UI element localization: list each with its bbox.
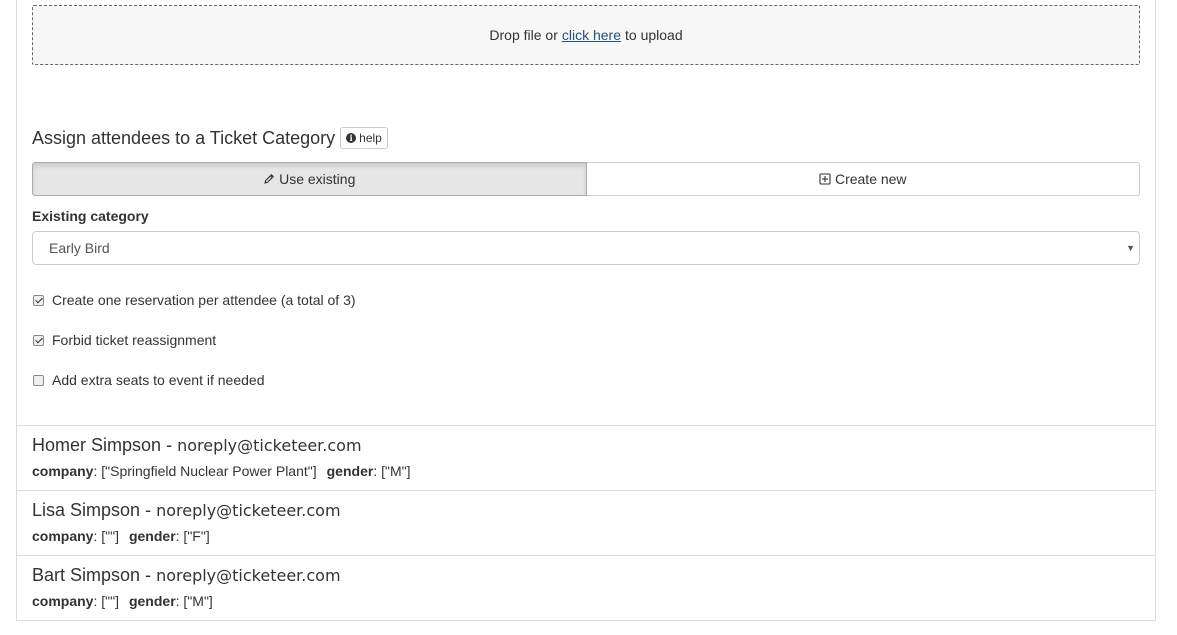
attendee-email: noreply@ticketeer.com bbox=[156, 501, 341, 520]
attendee-separator: - bbox=[166, 435, 173, 455]
assign-title-text: Assign attendees to a Ticket Category bbox=[32, 127, 336, 148]
attendee-name-line: Lisa Simpson - noreply@ticketeer.com bbox=[32, 500, 341, 521]
field-value-company: : ["Springfield Nuclear Power Plant"] bbox=[93, 463, 317, 479]
attendee-email: noreply@ticketeer.com bbox=[156, 566, 341, 585]
field-value-gender: : ["F"] bbox=[175, 528, 210, 544]
use-existing-label: Use existing bbox=[279, 171, 356, 187]
category-mode-toggle: Use existing Create new bbox=[32, 162, 1140, 196]
checkbox-one-reservation[interactable] bbox=[33, 294, 44, 306]
attendee-row: Bart Simpson - noreply@ticketeer.com com… bbox=[16, 555, 1156, 621]
field-key-company: company bbox=[32, 528, 94, 544]
attendee-email: noreply@ticketeer.com bbox=[177, 436, 362, 455]
dropzone-prefix: Drop file or bbox=[489, 27, 558, 43]
option-one-reservation-per-attendee[interactable]: Create one reservation per attendee (a t… bbox=[32, 292, 356, 308]
attendee-separator: - bbox=[145, 565, 152, 585]
attendee-name: Homer Simpson bbox=[32, 435, 162, 455]
attendee-name: Bart Simpson bbox=[32, 565, 141, 585]
info-circle-icon: i bbox=[346, 133, 357, 143]
checkbox-forbid-reassignment[interactable] bbox=[33, 334, 44, 346]
field-key-company: company bbox=[32, 463, 94, 479]
option-label: Add extra seats to event if needed bbox=[52, 372, 265, 388]
use-existing-button[interactable]: Use existing bbox=[32, 162, 587, 196]
option-label: Forbid ticket reassignment bbox=[52, 332, 217, 348]
help-button-label: help bbox=[359, 131, 382, 145]
option-forbid-reassignment[interactable]: Forbid ticket reassignment bbox=[32, 332, 216, 348]
field-value-gender: : ["M"] bbox=[373, 463, 411, 479]
field-key-gender: gender bbox=[326, 463, 374, 479]
option-label: Create one reservation per attendee (a t… bbox=[52, 292, 356, 308]
field-key-gender: gender bbox=[128, 593, 176, 609]
field-value-company: : [""] bbox=[93, 528, 119, 544]
file-dropzone[interactable]: Drop file or click here to upload bbox=[32, 5, 1140, 65]
field-value-company: : [""] bbox=[93, 593, 119, 609]
selected-category: Early Bird bbox=[49, 240, 110, 256]
field-key-company: company bbox=[32, 593, 94, 609]
import-panel: Drop file or click here to upload Assign… bbox=[16, 0, 1156, 426]
existing-category-label: Existing category bbox=[32, 208, 149, 224]
attendee-fields: company: [""] gender: ["F"] bbox=[32, 528, 210, 544]
attendee-name-line: Bart Simpson - noreply@ticketeer.com bbox=[32, 565, 341, 586]
dropzone-suffix: to upload bbox=[625, 27, 683, 43]
upload-click-here-link[interactable]: click here bbox=[562, 27, 621, 43]
option-add-extra-seats[interactable]: Add extra seats to event if needed bbox=[32, 372, 264, 388]
attendee-fields: company: ["Springfield Nuclear Power Pla… bbox=[32, 463, 410, 479]
help-button[interactable]: i help bbox=[340, 127, 388, 149]
existing-category-select[interactable]: Early Bird ▼ bbox=[32, 231, 1140, 265]
assign-section-title: Assign attendees to a Ticket Category i … bbox=[32, 127, 388, 149]
attendee-name: Lisa Simpson bbox=[32, 500, 141, 520]
field-key-gender: gender bbox=[128, 528, 176, 544]
field-value-gender: : ["M"] bbox=[175, 593, 213, 609]
attendee-name-line: Homer Simpson - noreply@ticketeer.com bbox=[32, 435, 362, 456]
pencil-icon bbox=[264, 174, 275, 184]
attendee-row: Lisa Simpson - noreply@ticketeer.com com… bbox=[16, 490, 1156, 556]
create-new-button[interactable]: Create new bbox=[586, 162, 1140, 196]
attendee-fields: company: [""] gender: ["M"] bbox=[32, 593, 213, 609]
plus-square-icon bbox=[819, 173, 831, 185]
attendee-separator: - bbox=[145, 500, 152, 520]
attendee-row: Homer Simpson - noreply@ticketeer.com co… bbox=[16, 425, 1156, 491]
caret-down-icon: ▼ bbox=[1126, 243, 1135, 253]
checkbox-add-extra-seats[interactable] bbox=[33, 374, 44, 386]
create-new-label: Create new bbox=[834, 171, 907, 187]
